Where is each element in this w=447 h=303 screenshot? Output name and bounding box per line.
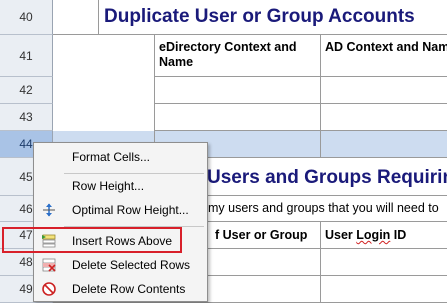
cell-title-40[interactable]: Duplicate User or Group Accounts (99, 0, 447, 35)
cell-edir-header[interactable]: eDirectory Context and Name (155, 35, 321, 77)
section-title-requiring: Users and Groups Requiring (207, 167, 447, 188)
cell-c42[interactable] (321, 77, 447, 104)
menu-item-label: Delete Row Contents (72, 282, 186, 296)
cell-c44[interactable] (321, 131, 447, 158)
row-context-menu: Format Cells... Row Height... Optimal Ro… (33, 142, 208, 302)
menu-item-delete-row-contents[interactable]: Delete Row Contents (34, 277, 207, 301)
row-header-42[interactable]: 42 (0, 77, 53, 104)
menu-item-label: Row Height... (72, 179, 145, 193)
login-header-part3: ID (390, 228, 407, 242)
menu-item-label: Delete Selected Rows (72, 258, 191, 272)
cell-a43[interactable] (53, 104, 155, 131)
row-header-41[interactable]: 41 (0, 35, 53, 77)
menu-item-optimal-row-height[interactable]: Optimal Row Height... (34, 198, 207, 222)
section-title-duplicates: Duplicate User or Group Accounts (104, 6, 415, 27)
cell-a41[interactable] (53, 35, 155, 77)
column-header-ad: AD Context and Name (325, 40, 447, 54)
cell-c48[interactable] (321, 249, 447, 276)
optimal-row-height-icon (42, 203, 56, 217)
cell-b43[interactable] (155, 104, 321, 131)
column-header-edirectory: eDirectory Context and Name (159, 40, 297, 69)
row-header-40[interactable]: 40 (0, 0, 53, 35)
delete-contents-icon (42, 282, 56, 296)
cell-b42[interactable] (155, 77, 321, 104)
login-header-part2: Login (356, 228, 391, 242)
login-header-part1: User (325, 228, 357, 242)
menu-item-row-height[interactable]: Row Height... (34, 174, 207, 198)
cell-login-header[interactable]: User Login ID (321, 222, 447, 249)
cell-c43[interactable] (321, 104, 447, 131)
menu-item-delete-selected-rows[interactable]: Delete Selected Rows (34, 253, 207, 277)
menu-item-format-cells[interactable]: Format Cells... (34, 145, 207, 169)
menu-item-label: Format Cells... (72, 150, 151, 164)
cell-c49[interactable] (321, 276, 447, 303)
cell-ad-header[interactable]: AD Context and Name (321, 35, 447, 77)
section-description: my users and groups that you will need t… (208, 201, 439, 215)
cell-a40[interactable] (53, 0, 99, 35)
row-header-43[interactable]: 43 (0, 104, 53, 131)
cell-a42[interactable] (53, 77, 155, 104)
menu-item-label: Optimal Row Height... (72, 203, 189, 217)
column-header-user-login-id: User Login ID (325, 228, 406, 243)
highlight-annotation (2, 227, 182, 253)
delete-rows-icon (42, 258, 56, 272)
column-header-user-or-group: f User or Group (215, 228, 308, 242)
